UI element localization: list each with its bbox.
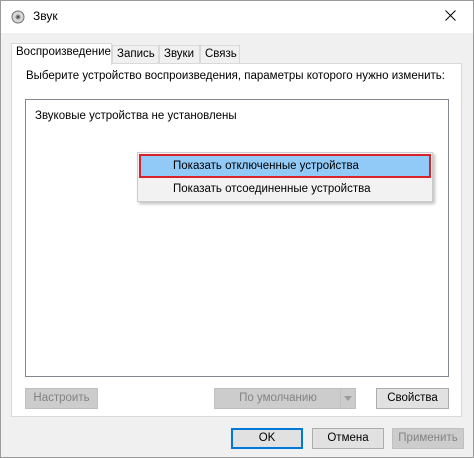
close-icon <box>444 10 456 24</box>
tab-playback[interactable]: Воспроизведение <box>11 43 112 65</box>
empty-list-message: Звуковые устройства не установлены <box>35 110 237 122</box>
device-list[interactable]: Звуковые устройства не установлены <box>25 99 449 377</box>
apply-button[interactable]: Применить <box>392 428 464 449</box>
show-disconnected-devices-item[interactable]: Показать отсоединенные устройства <box>140 178 430 200</box>
configure-button[interactable]: Настроить <box>25 388 98 409</box>
instruction-text: Выберите устройство воспроизведения, пар… <box>26 70 445 82</box>
tab-sounds[interactable]: Звуки <box>159 45 200 63</box>
set-default-dropdown[interactable] <box>340 389 355 408</box>
properties-button[interactable]: Свойства <box>376 388 449 409</box>
window-title: Звук <box>33 9 58 23</box>
chevron-down-icon <box>344 389 352 408</box>
show-disabled-devices-item[interactable]: Показать отключенные устройства <box>139 154 431 178</box>
cancel-button[interactable]: Отмена <box>312 428 384 449</box>
set-default-button[interactable]: По умолчанию <box>214 388 356 409</box>
ok-button[interactable]: OK <box>231 428 303 449</box>
playback-panel: Выберите устройство воспроизведения, пар… <box>11 63 462 417</box>
context-menu: Показать отключенные устройства Показать… <box>137 152 433 202</box>
set-default-label: По умолчанию <box>239 392 317 404</box>
close-button[interactable] <box>427 1 473 33</box>
tab-recording[interactable]: Запись <box>112 45 159 63</box>
sound-dialog: Звук Воспроизведение Запись Звуки Связь … <box>0 0 474 458</box>
speaker-icon <box>11 10 25 24</box>
tab-communications[interactable]: Связь <box>200 45 240 63</box>
title-bar[interactable]: Звук <box>1 1 473 33</box>
